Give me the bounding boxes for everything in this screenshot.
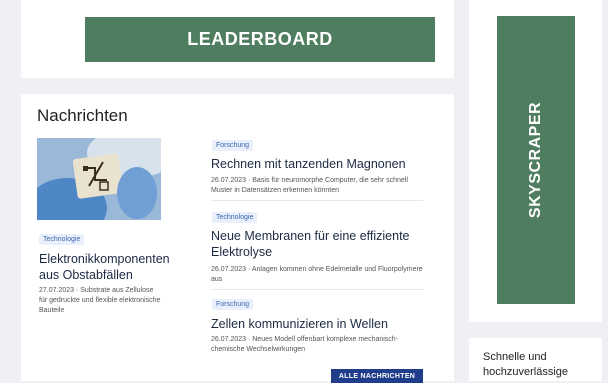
skyscraper-label: SKYSCRAPER [527, 101, 545, 219]
article-meta: 26.07.2023 · Neues Modell offenbart komp… [211, 336, 399, 353]
promo-card[interactable]: Schnelle und hochzuverlässige [469, 338, 602, 381]
featured-article-image[interactable] [37, 138, 161, 220]
promo-text: Schnelle und hochzuverlässige [483, 351, 568, 378]
news-section: Nachrichten Technologie Elektronikkompon… [21, 94, 454, 383]
skyscraper-ad[interactable]: SKYSCRAPER [497, 16, 575, 304]
article-meta: 26.07.2023 · Anlagen kommen ohne Edelmet… [211, 266, 423, 283]
leaderboard-ad-card: LEADERBOARD [21, 0, 454, 78]
article-title[interactable]: Zellen kommunizieren in Wellen [211, 316, 421, 332]
leaderboard-ad[interactable]: LEADERBOARD [85, 17, 435, 62]
divider [211, 289, 423, 290]
skyscraper-ad-card: SKYSCRAPER [469, 0, 602, 322]
featured-article-tag[interactable]: Technologie [39, 234, 85, 245]
article-tag[interactable]: Technologie [212, 212, 258, 223]
article-title[interactable]: Neue Membranen für eine effiziente Elekt… [211, 228, 421, 260]
featured-article-title[interactable]: Elektronikkomponenten aus Obstabfällen [39, 251, 174, 283]
article-title[interactable]: Rechnen mit tanzenden Magnonen [211, 156, 421, 172]
article-meta: 26.07.2023 · Basis für neuromorphe Compu… [211, 177, 408, 194]
article-tag[interactable]: Forschung [212, 299, 254, 310]
featured-article-meta: 27.07.2023 · Substrate aus Zellulose für… [39, 287, 161, 314]
leaderboard-label: LEADERBOARD [187, 29, 333, 49]
article-tag[interactable]: Forschung [212, 140, 254, 151]
news-heading: Nachrichten [37, 106, 128, 125]
divider [211, 200, 423, 201]
glove-holding-electronic-chip-image [37, 138, 161, 220]
